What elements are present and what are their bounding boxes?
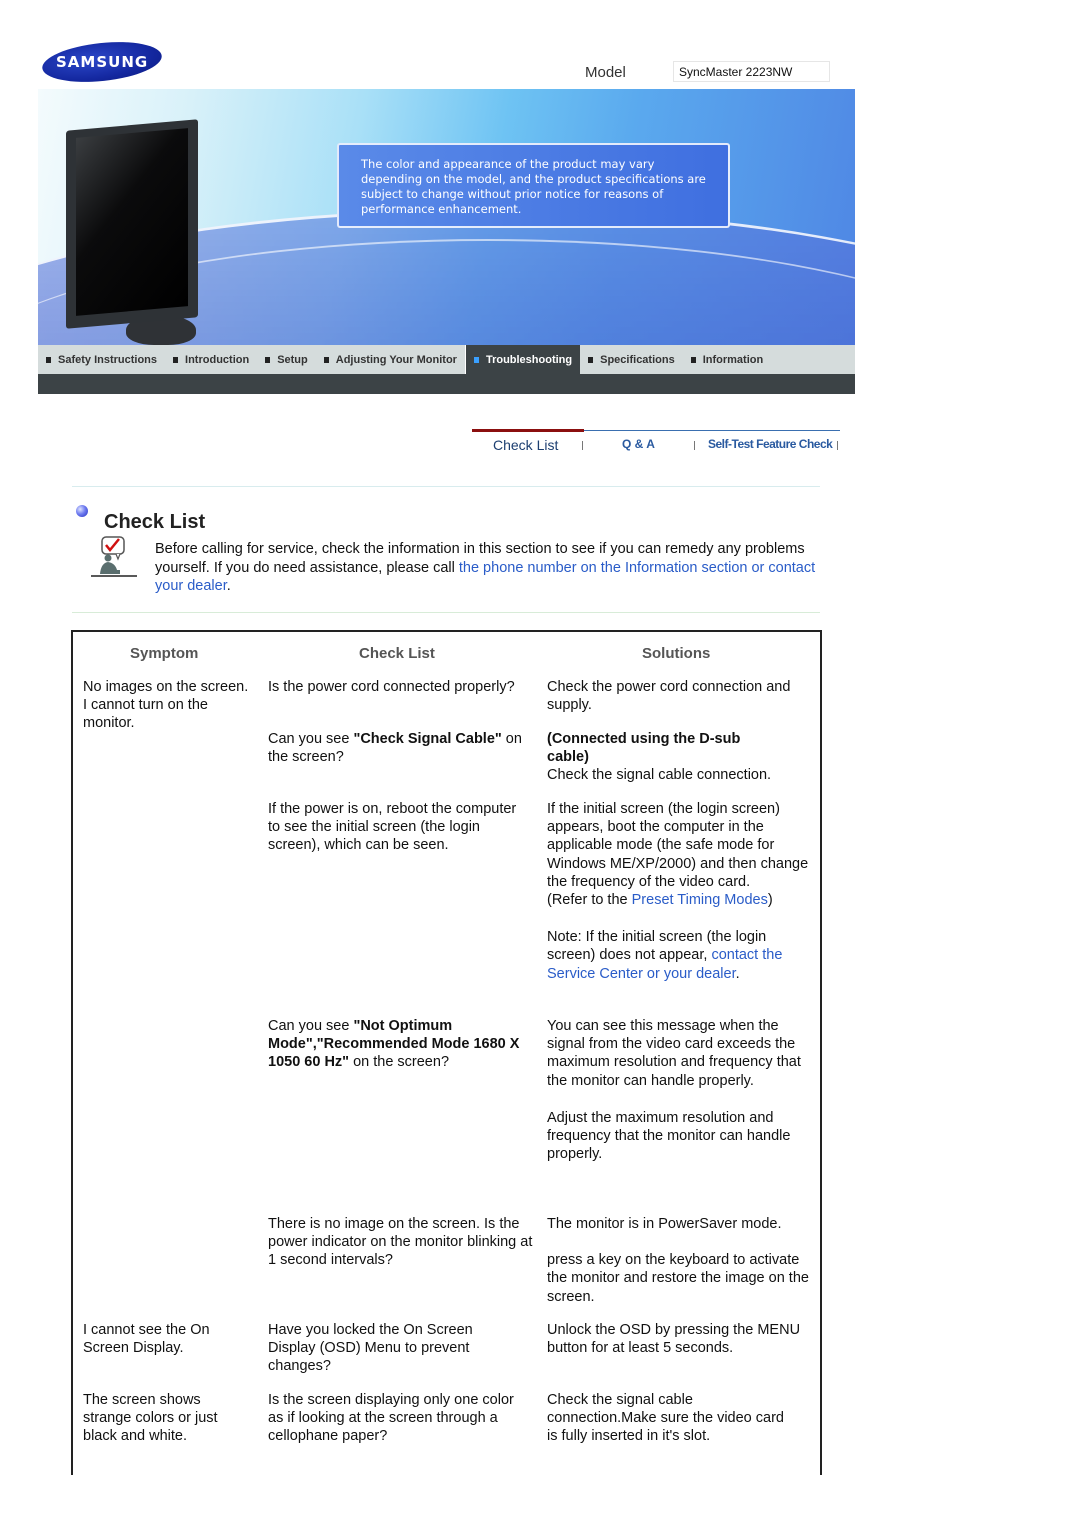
nav-label: Safety Instructions — [58, 353, 158, 366]
monitor-screen — [76, 128, 188, 316]
model-field: SyncMaster 2223NW — [673, 61, 830, 82]
checklist-person-icon — [91, 536, 137, 577]
symptom-cell: The screen shows strange colors or just … — [83, 1392, 218, 1445]
main-nav: Safety Instructions Introduction Setup A… — [38, 345, 855, 374]
solution-text: You can see this message when the signal… — [547, 1018, 801, 1089]
tab-separator — [694, 441, 695, 450]
solution-text: Adjust the maximum resolution and freque… — [547, 1109, 791, 1163]
column-header-solutions: Solutions — [642, 645, 711, 662]
brand-text: SAMSUNG — [55, 53, 149, 72]
nav-bullet-icon — [690, 356, 696, 363]
solution-text: press a key on the keyboard to activate … — [547, 1252, 809, 1305]
solution-bold-text: (Connected using the D-sub cable) — [547, 731, 741, 766]
solution-text: Check the signal cable connection. — [547, 767, 772, 784]
nav-item-setup[interactable]: Setup — [257, 345, 316, 374]
nav-label: Specifications — [600, 353, 675, 366]
section-bullet-icon — [76, 505, 88, 517]
check-text: Can you see — [268, 731, 354, 747]
nav-label: Information — [702, 353, 764, 366]
nav-label: Introduction — [185, 353, 250, 366]
refer-text: (Refer to the — [547, 892, 632, 909]
nav-item-adjusting-your-monitor[interactable]: Adjusting Your Monitor — [316, 345, 465, 374]
symptom-cell: No images on the screen. I cannot turn o… — [83, 679, 249, 732]
check-cell: Is the screen displaying only one color … — [268, 1392, 514, 1445]
solution-cell: The monitor is in PowerSaver mode. press… — [547, 1215, 815, 1306]
nav-bullet-icon — [46, 356, 51, 363]
column-header-check-list: Check List — [359, 645, 435, 662]
check-text: Can you see — [268, 1018, 354, 1034]
nav-item-specifications[interactable]: Specifications — [580, 345, 683, 374]
tab-separator — [582, 441, 583, 450]
nav-sub-bar — [38, 374, 855, 394]
nav-item-information[interactable]: Information — [683, 345, 772, 374]
nav-bullet-icon — [588, 356, 594, 363]
divider — [72, 486, 820, 487]
solution-cell: You can see this message when the signal… — [547, 1017, 815, 1163]
check-bold-text: "Check Signal Cable" — [353, 731, 502, 747]
page-title: Check List — [104, 511, 206, 533]
product-notice: The color and appearance of the product … — [337, 143, 730, 228]
nav-bullet-icon — [173, 356, 179, 363]
check-cell: Can you see "Check Signal Cable" on the … — [268, 730, 538, 766]
hero-banner: The color and appearance of the product … — [38, 89, 855, 345]
nav-bullet-icon — [323, 356, 329, 363]
solution-text: The monitor is in PowerSaver mode. — [547, 1216, 782, 1232]
nav-label: Adjusting Your Monitor — [335, 353, 457, 366]
note-text: Note: If the initial screen (the login s… — [547, 928, 802, 983]
check-cell: There is no image on the screen. Is the … — [268, 1216, 533, 1269]
check-cell: Can you see "Not Optimum Mode","Recommen… — [268, 1017, 538, 1072]
solution-cell: Unlock the OSD by pressing the MENU butt… — [547, 1322, 801, 1357]
column-header-symptom: Symptom — [130, 645, 199, 662]
divider — [72, 612, 820, 613]
nav-bullet-icon — [473, 356, 479, 363]
solution-cell: Check the power cord connection and supp… — [547, 679, 791, 714]
tab-check-list[interactable]: Check List — [493, 437, 558, 453]
nav-item-troubleshooting[interactable]: Troubleshooting — [464, 345, 581, 374]
nav-item-safety-instructions[interactable]: Safety Instructions — [38, 345, 165, 374]
model-label: Model — [585, 64, 626, 81]
intro-end: . — [226, 578, 231, 594]
solution-cell: If the initial screen (the login screen)… — [547, 800, 822, 983]
monitor-image — [66, 119, 201, 345]
check-cell: If the power is on, reboot the computer … — [268, 801, 517, 854]
nav-label: Setup — [277, 353, 308, 366]
preset-timing-modes-link[interactable]: Preset Timing Modes — [632, 892, 768, 908]
solution-text: If the initial screen (the login screen)… — [547, 801, 809, 890]
refer-text: ) — [767, 892, 773, 909]
samsung-logo[interactable]: SAMSUNG — [40, 36, 164, 88]
tab-q-and-a[interactable]: Q & A — [622, 437, 655, 451]
sub-tabs: Check List Q & A Self-Test Feature Check — [472, 429, 840, 460]
check-cell: Have you locked the On Screen Display (O… — [268, 1322, 473, 1375]
nav-label: Troubleshooting — [485, 353, 573, 366]
check-text: on the screen? — [349, 1054, 450, 1071]
intro-paragraph: Before calling for service, check the in… — [155, 540, 825, 596]
symptom-cell: I cannot see the On Screen Display. — [83, 1322, 210, 1357]
check-cell: Is the power cord connected properly? — [268, 679, 515, 695]
solution-cell: (Connected using the D-sub cable) Check t… — [547, 730, 822, 785]
tab-self-test-feature-check[interactable]: Self-Test Feature Check — [708, 437, 833, 451]
note-post: . — [735, 965, 740, 982]
active-tab-indicator — [472, 429, 584, 432]
checklist-table: Symptom Check List Solutions No images o… — [71, 630, 822, 1475]
nav-item-introduction[interactable]: Introduction — [165, 345, 257, 374]
tab-separator — [837, 441, 838, 450]
nav-bullet-icon — [265, 356, 271, 363]
solution-cell: Check the signal cable connection.Make s… — [547, 1392, 784, 1445]
